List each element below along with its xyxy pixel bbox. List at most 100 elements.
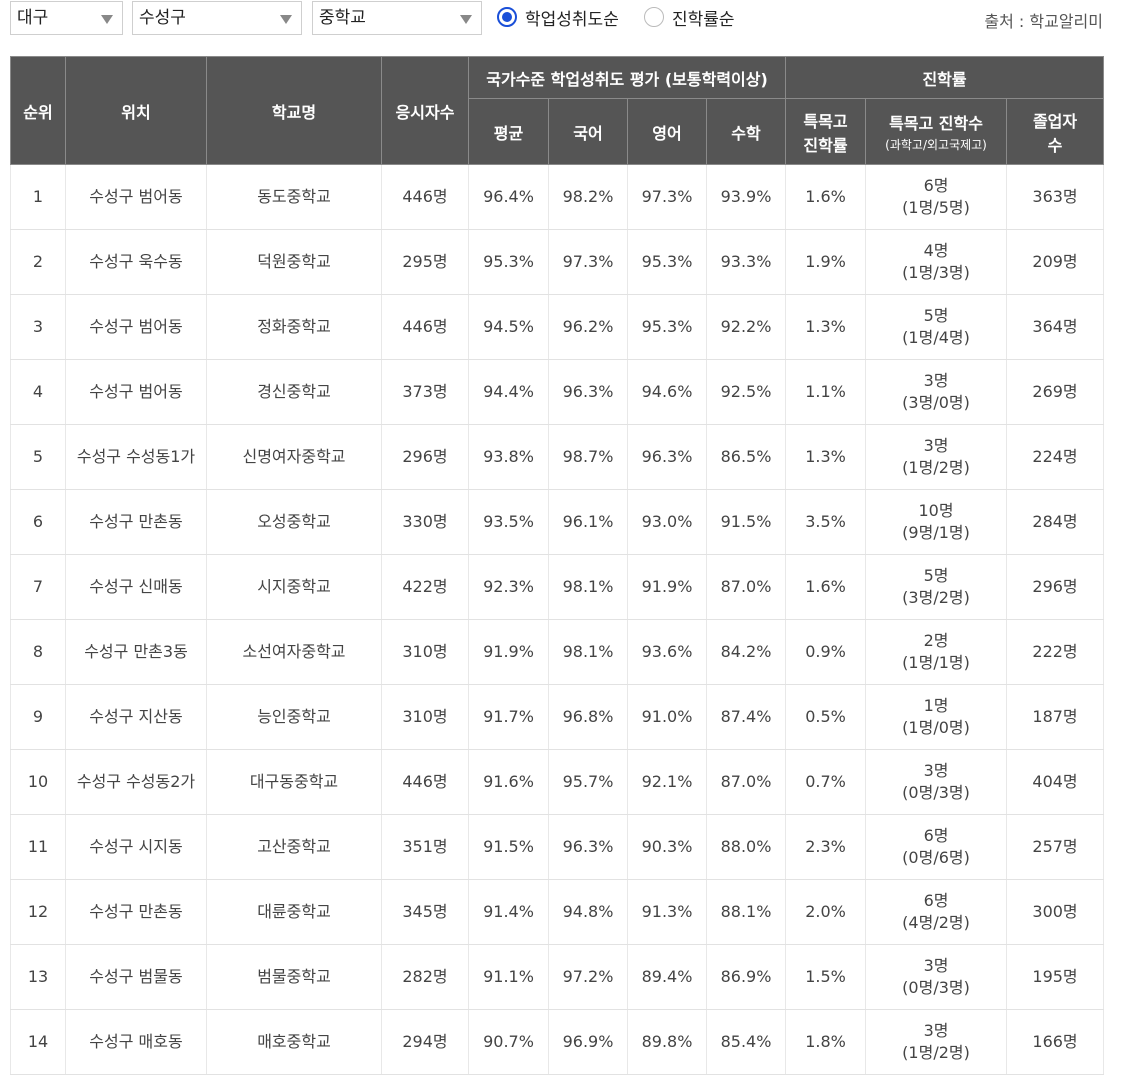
header-admission-group: 진학률 [785, 56, 1105, 99]
header-special-rate-line2: 진학률 [803, 135, 848, 155]
header-school: 학교명 [206, 56, 382, 165]
cell-math: 88.0% [706, 814, 787, 880]
sort-radio-admission[interactable]: 진학률순 [644, 5, 735, 30]
cell-special-count: 3명 (1명/2명) [865, 424, 1008, 490]
special-count-total: 3명 [923, 371, 949, 390]
cell-special-rate: 2.0% [785, 879, 867, 945]
cell-rank: 5 [10, 424, 66, 490]
cell-rank: 4 [10, 359, 66, 425]
cell-special-rate: 1.8% [785, 1009, 867, 1075]
header-graduates-line2: 수 [1047, 135, 1063, 155]
sort-radio-achievement[interactable]: 학업성취도순 [497, 5, 619, 30]
cell-location: 수성구 만촌동 [65, 489, 207, 555]
header-examinees: 응시자수 [381, 56, 469, 165]
cell-english: 95.3% [627, 294, 707, 360]
cell-english: 93.0% [627, 489, 707, 555]
table-row: 2 수성구 욱수동 덕원중학교 295명 95.3% 97.3% 95.3% 93.3% 1.9… [10, 229, 1105, 295]
cell-graduates: 222명 [1006, 619, 1105, 685]
cell-average: 91.7% [468, 684, 549, 750]
cell-school: 소선여자중학교 [206, 619, 382, 685]
cell-graduates: 209명 [1006, 229, 1105, 295]
special-count-total: 3명 [923, 761, 949, 780]
cell-english: 96.3% [627, 424, 707, 490]
cell-math: 93.3% [706, 229, 787, 295]
header-special-count-line2: (과학고/외고국제고) [885, 138, 987, 152]
chevron-down-icon [460, 15, 472, 24]
table-row: 1 수성구 범어동 동도중학교 446명 96.4% 98.2% 97.3% 93.9% 1.6… [10, 164, 1105, 230]
cell-location: 수성구 수성동2가 [65, 749, 207, 815]
data-source: 출처 : 학교알리미 [984, 12, 1103, 31]
header-rank: 순위 [10, 56, 66, 165]
cell-special-rate: 1.3% [785, 424, 867, 490]
cell-english: 91.9% [627, 554, 707, 620]
table-row: 5 수성구 수성동1가 신명여자중학교 296명 93.8% 98.7% 96.3% 86.5… [10, 424, 1105, 490]
header-special-count-line1: 특목고 진학수 [889, 114, 983, 133]
special-count-split: (0명/6명) [902, 848, 970, 867]
cell-location: 수성구 만촌3동 [65, 619, 207, 685]
cell-math: 88.1% [706, 879, 787, 945]
cell-korean: 97.2% [548, 944, 628, 1010]
cell-rank: 6 [10, 489, 66, 555]
cell-examinees: 295명 [381, 229, 469, 295]
cell-special-rate: 1.5% [785, 944, 867, 1010]
cell-special-count: 10명 (9명/1명) [865, 489, 1008, 555]
cell-special-rate: 1.6% [785, 164, 867, 230]
cell-special-rate: 2.3% [785, 814, 867, 880]
cell-location: 수성구 매호동 [65, 1009, 207, 1075]
cell-examinees: 296명 [381, 424, 469, 490]
table-row: 4 수성구 범어동 경신중학교 373명 94.4% 96.3% 94.6% 92.5% 1.1… [10, 359, 1105, 425]
cell-location: 수성구 지산동 [65, 684, 207, 750]
cell-rank: 10 [10, 749, 66, 815]
cell-school: 덕원중학교 [206, 229, 382, 295]
school-type-select[interactable]: 중학교 [312, 1, 482, 35]
cell-math: 87.0% [706, 554, 787, 620]
cell-rank: 13 [10, 944, 66, 1010]
cell-examinees: 294명 [381, 1009, 469, 1075]
special-count-split: (9명/1명) [902, 523, 970, 542]
cell-examinees: 345명 [381, 879, 469, 945]
cell-graduates: 269명 [1006, 359, 1105, 425]
cell-graduates: 363명 [1006, 164, 1105, 230]
cell-special-count: 3명 (0명/3명) [865, 944, 1008, 1010]
chevron-down-icon [101, 15, 113, 24]
cell-examinees: 282명 [381, 944, 469, 1010]
header-math: 수학 [705, 98, 787, 165]
cell-special-rate: 0.5% [785, 684, 867, 750]
cell-rank: 11 [10, 814, 66, 880]
cell-graduates: 284명 [1006, 489, 1105, 555]
cell-school: 시지중학교 [206, 554, 382, 620]
cell-location: 수성구 범어동 [65, 359, 207, 425]
cell-average: 91.1% [468, 944, 549, 1010]
cell-examinees: 446명 [381, 164, 469, 230]
cell-rank: 3 [10, 294, 66, 360]
special-count-split: (1명/1명) [902, 653, 970, 672]
cell-special-count: 5명 (1명/4명) [865, 294, 1008, 360]
cell-school: 능인중학교 [206, 684, 382, 750]
cell-average: 91.4% [468, 879, 549, 945]
header-special-rate-line1: 특목고 [803, 111, 848, 131]
cell-special-count: 5명 (3명/2명) [865, 554, 1008, 620]
header-english: 영어 [627, 98, 707, 165]
table-row: 9 수성구 지산동 능인중학교 310명 91.7% 96.8% 91.0% 87.4% 0.5… [10, 684, 1105, 750]
school-ranking-table: 순위 위치 학교명 응시자수 국가수준 학업성취도 평가 (보통학력이상) 진학… [10, 56, 1105, 1075]
cell-english: 90.3% [627, 814, 707, 880]
cell-average: 94.4% [468, 359, 549, 425]
special-count-split: (3명/0명) [902, 393, 970, 412]
table-row: 12 수성구 만촌동 대륜중학교 345명 91.4% 94.8% 91.3% 88.1% 2.… [10, 879, 1105, 945]
cell-rank: 9 [10, 684, 66, 750]
table-row: 14 수성구 매호동 매호중학교 294명 90.7% 96.9% 89.8% 85.4% 1.… [10, 1009, 1105, 1075]
special-count-total: 5명 [923, 566, 949, 585]
header-graduates-line1: 졸업자 [1032, 111, 1078, 131]
cell-school: 고산중학교 [206, 814, 382, 880]
cell-graduates: 364명 [1006, 294, 1105, 360]
cell-school: 대륜중학교 [206, 879, 382, 945]
cell-english: 95.3% [627, 229, 707, 295]
table-row: 7 수성구 신매동 시지중학교 422명 92.3% 98.1% 91.9% 87.0% 1.6… [10, 554, 1105, 620]
district-select[interactable]: 수성구 [132, 1, 302, 35]
cell-average: 91.5% [468, 814, 549, 880]
region-select[interactable]: 대구 [10, 1, 123, 35]
cell-korean: 96.1% [548, 489, 628, 555]
cell-special-rate: 0.9% [785, 619, 867, 685]
cell-special-rate: 1.6% [785, 554, 867, 620]
cell-rank: 2 [10, 229, 66, 295]
